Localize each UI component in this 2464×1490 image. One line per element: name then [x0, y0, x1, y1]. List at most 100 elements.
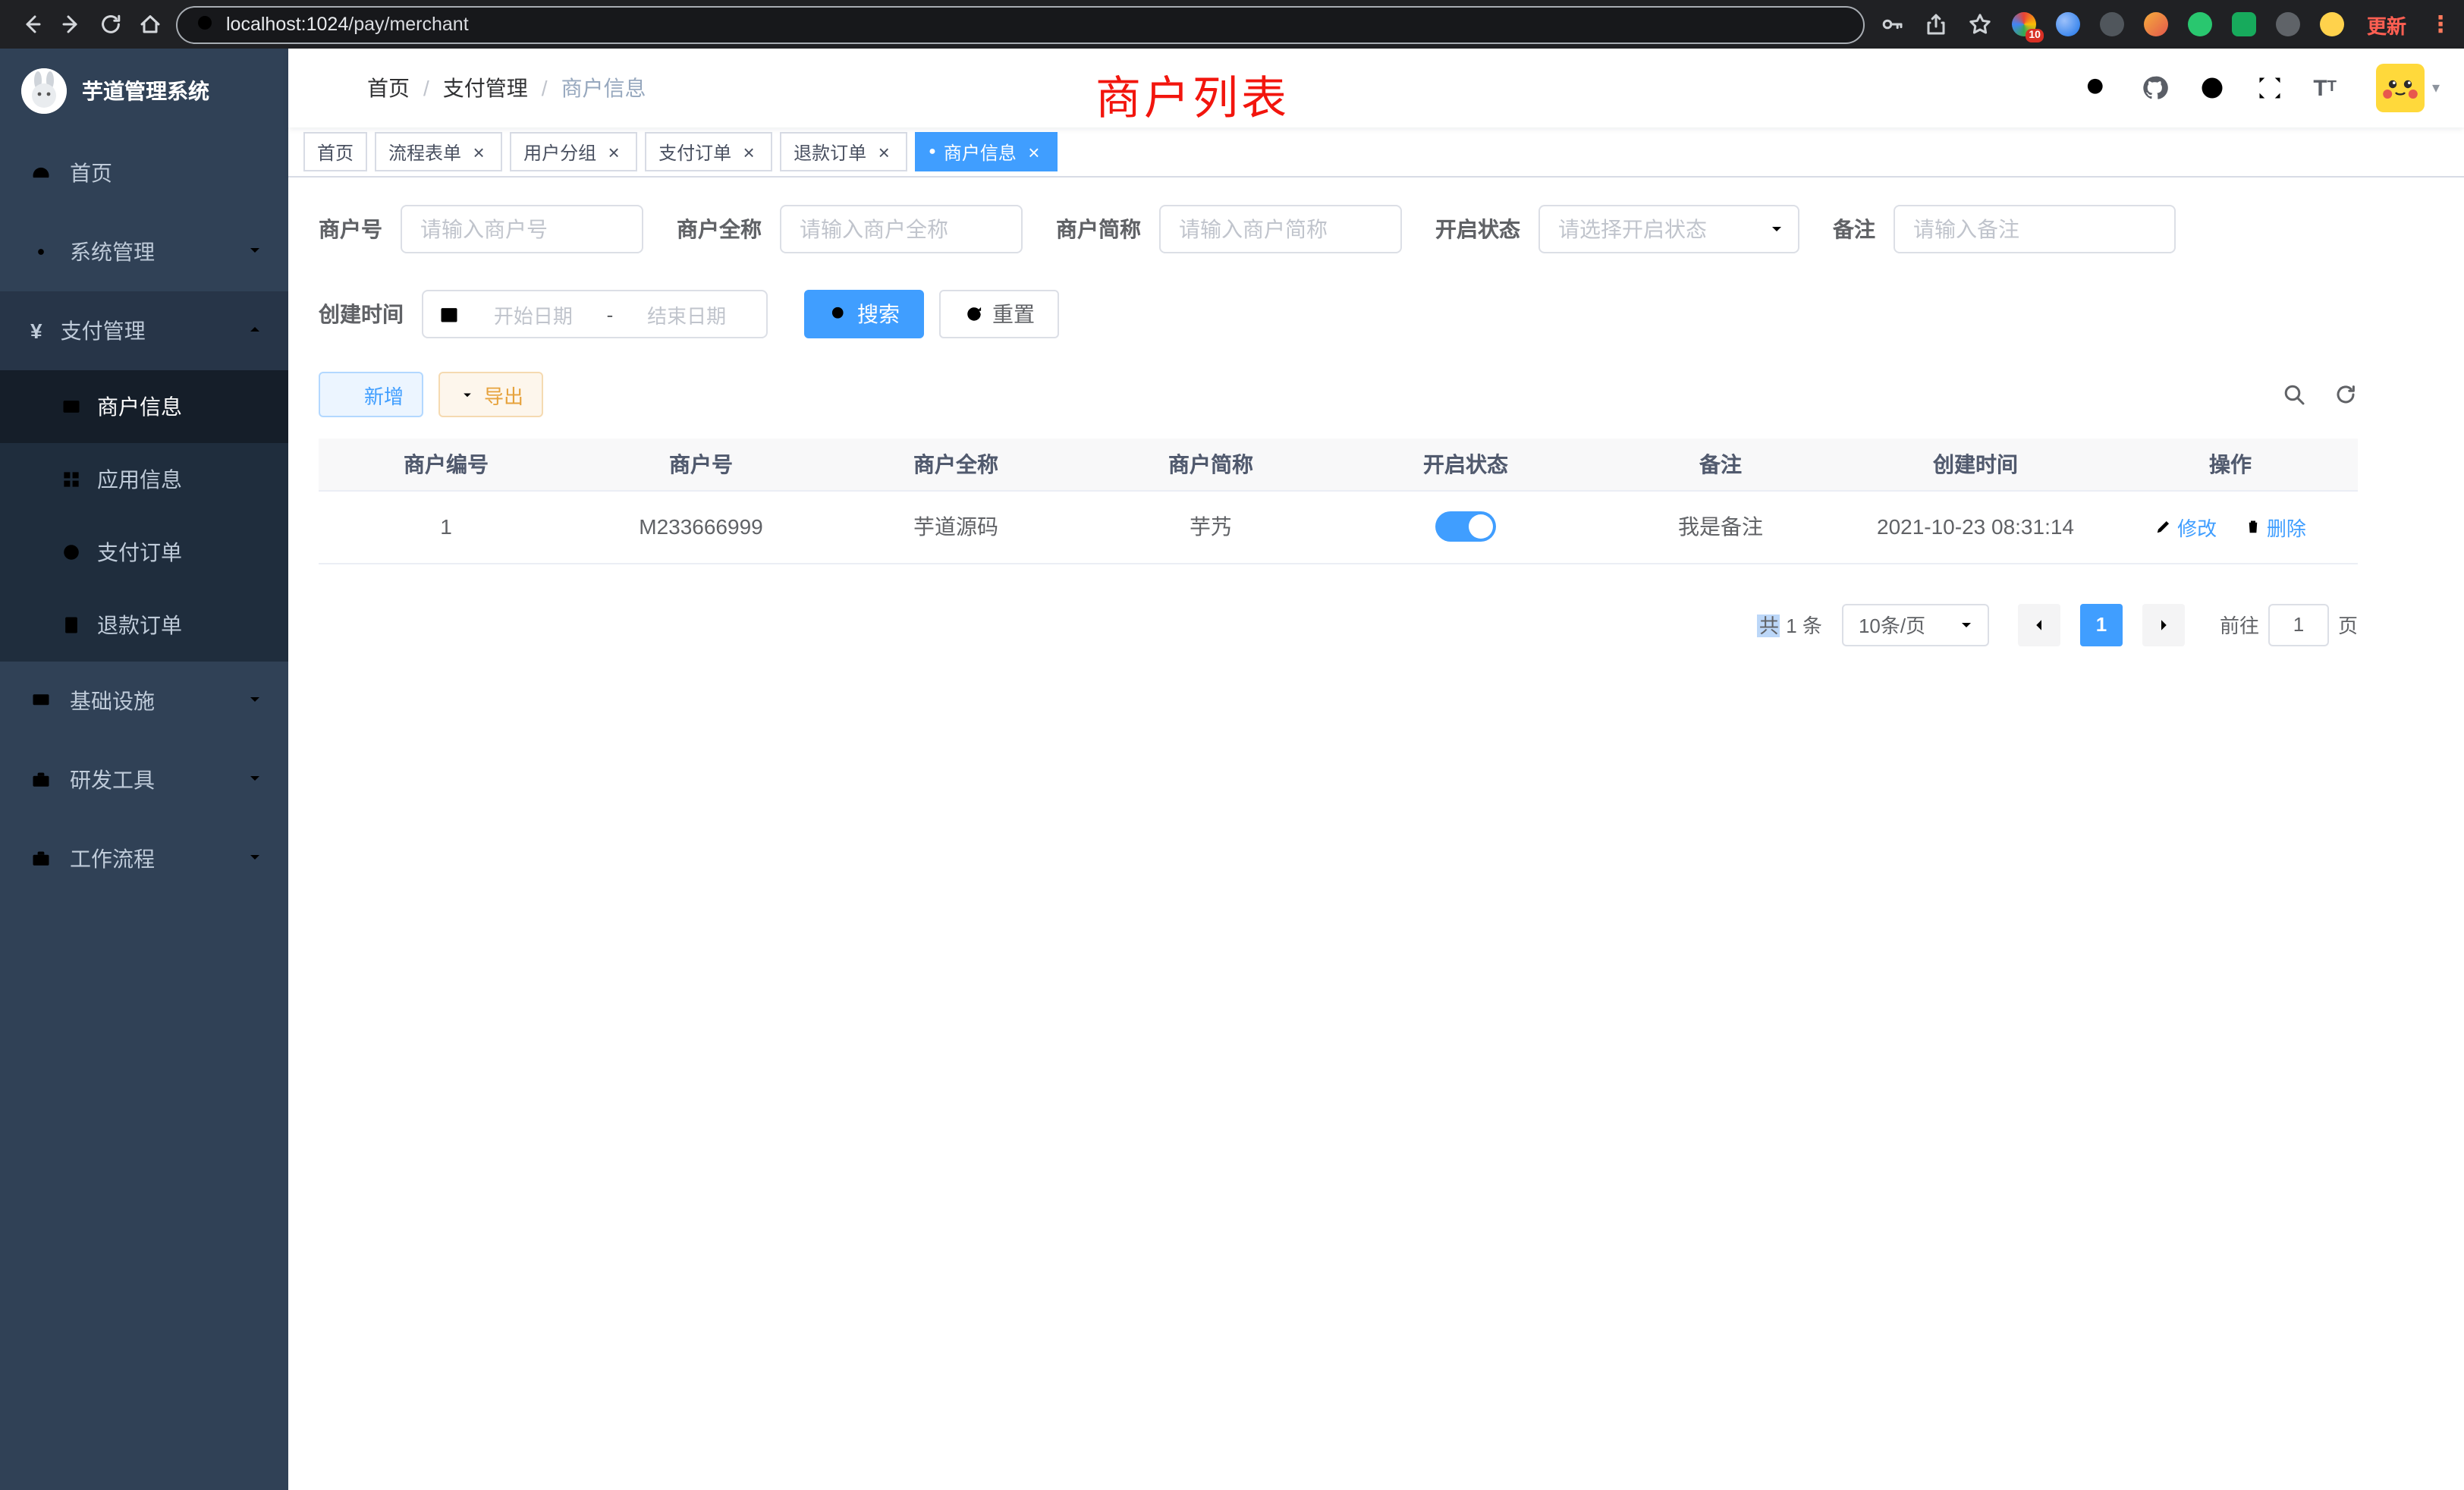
- page-unit-label: 页: [2338, 610, 2358, 639]
- cell-merchant-no: M233666999: [574, 490, 828, 563]
- gear-icon: [30, 241, 52, 262]
- active-dot-icon: ●: [929, 146, 936, 158]
- merchant-no-label: 商户号: [319, 214, 382, 244]
- payment-submenu: 商户信息 应用信息 支付订单: [0, 370, 288, 662]
- site-info-icon[interactable]: [196, 13, 214, 36]
- reset-button[interactable]: 重置: [939, 290, 1059, 338]
- user-menu[interactable]: ▾: [2376, 64, 2440, 112]
- toggle-search-icon[interactable]: [2282, 382, 2306, 407]
- tab-process-form[interactable]: 流程表单 ×: [375, 132, 502, 171]
- url-path: /pay/merchant: [348, 14, 468, 35]
- short-name-input[interactable]: [1159, 205, 1402, 253]
- chevron-down-icon: [246, 689, 264, 713]
- browser-menu-icon[interactable]: ⋮: [2429, 13, 2452, 36]
- github-icon[interactable]: [2140, 74, 2167, 102]
- address-bar[interactable]: localhost:1024/pay/merchant: [176, 5, 1865, 43]
- refresh-icon[interactable]: [2334, 382, 2358, 407]
- home-icon[interactable]: [130, 5, 170, 44]
- prev-page-button[interactable]: [2018, 603, 2060, 646]
- sidebar-item-infrastructure[interactable]: 基础设施: [0, 662, 288, 740]
- toolbox-icon: [30, 769, 52, 791]
- password-key-icon[interactable]: [1880, 12, 1904, 36]
- merchant-no-input[interactable]: [401, 205, 643, 253]
- sidebar-item-dev-tools[interactable]: 研发工具: [0, 740, 288, 819]
- remark-input[interactable]: [1894, 205, 2176, 253]
- fullscreen-icon[interactable]: [2255, 74, 2283, 102]
- create-time-label: 创建时间: [319, 299, 404, 329]
- content-area: 商户号 商户全称 商户简称 开启状态 请选择开启状态: [288, 178, 2464, 1490]
- merchant-table: 商户编号 商户号 商户全称 商户简称 开启状态 备注 创建时间 操作 1: [319, 439, 2358, 564]
- status-label: 开启状态: [1435, 214, 1520, 244]
- card-icon: [61, 396, 82, 417]
- sidebar-item-payment[interactable]: ¥ 支付管理: [0, 291, 288, 370]
- app-title: 芋道管理系统: [82, 76, 209, 106]
- monitor-icon: [30, 690, 52, 712]
- status-switch[interactable]: [1435, 511, 1496, 542]
- date-end-placeholder: 结束日期: [622, 300, 751, 328]
- pagination-total: 共 1 条: [1758, 610, 1822, 639]
- tab-merchant-info[interactable]: ● 商户信息 ×: [915, 132, 1058, 171]
- calendar-icon: [438, 303, 460, 325]
- tab-pay-orders[interactable]: 支付订单 ×: [645, 132, 772, 171]
- breadcrumb: 首页 / 支付管理 / 商户信息: [367, 73, 646, 103]
- cell-create-time: 2021-10-23 08:31:14: [1848, 490, 2103, 563]
- sidebar-item-workflow[interactable]: 工作流程: [0, 819, 288, 898]
- full-name-input[interactable]: [780, 205, 1023, 253]
- page-size-select[interactable]: 10条/页: [1842, 603, 1989, 646]
- grid-icon: [61, 469, 82, 490]
- edit-link[interactable]: 修改: [2154, 512, 2217, 541]
- dashboard-icon: [30, 162, 52, 184]
- extension-icon-colorful[interactable]: 10: [2012, 12, 2036, 36]
- create-time-range-picker[interactable]: 开始日期 - 结束日期: [422, 290, 768, 338]
- hamburger-icon[interactable]: [313, 74, 340, 102]
- reload-icon[interactable]: [91, 5, 130, 44]
- extension-icon-avatar[interactable]: [2144, 12, 2168, 36]
- back-icon[interactable]: [12, 5, 52, 44]
- close-icon[interactable]: ×: [1024, 142, 1044, 162]
- tab-home[interactable]: 首页: [303, 132, 367, 171]
- sidebar-item-refund-orders[interactable]: 退款订单: [0, 589, 288, 662]
- extension-icon-green-circle[interactable]: [2188, 12, 2212, 36]
- sidebar-item-pay-orders[interactable]: 支付订单: [0, 516, 288, 589]
- next-page-button[interactable]: [2142, 603, 2185, 646]
- close-icon[interactable]: ×: [469, 142, 489, 162]
- tab-refund-orders[interactable]: 退款订单 ×: [780, 132, 907, 171]
- close-icon[interactable]: ×: [604, 142, 624, 162]
- chevron-down-icon: [246, 768, 264, 792]
- breadcrumb-home[interactable]: 首页: [367, 73, 410, 103]
- close-icon[interactable]: ×: [874, 142, 894, 162]
- breadcrumb-payment[interactable]: 支付管理: [443, 73, 528, 103]
- extension-badge: 10: [2026, 29, 2044, 42]
- sidebar-item-merchant-info[interactable]: 商户信息: [0, 370, 288, 443]
- font-size-icon[interactable]: TT: [2313, 77, 2337, 99]
- extension-icon-dark[interactable]: [2100, 12, 2124, 36]
- goto-page-input[interactable]: [2268, 603, 2329, 646]
- extension-icon-green-square[interactable]: [2232, 12, 2256, 36]
- extension-icon-blue[interactable]: [2056, 12, 2080, 36]
- close-icon[interactable]: ×: [739, 142, 759, 162]
- page-number-button[interactable]: 1: [2080, 603, 2123, 646]
- sidebar-item-app-info[interactable]: 应用信息: [0, 443, 288, 516]
- status-select[interactable]: 请选择开启状态: [1538, 205, 1799, 253]
- tab-user-group[interactable]: 用户分组 ×: [510, 132, 637, 171]
- delete-link[interactable]: 删除: [2244, 512, 2306, 541]
- remark-label: 备注: [1833, 214, 1875, 244]
- extension-icon-emoji[interactable]: [2320, 12, 2344, 36]
- table-header-row: 商户编号 商户号 商户全称 商户简称 开启状态 备注 创建时间 操作: [319, 439, 2358, 490]
- search-button[interactable]: 搜索: [804, 290, 924, 338]
- export-button[interactable]: 导出: [438, 372, 543, 417]
- add-button[interactable]: 新增: [319, 372, 423, 417]
- date-start-placeholder: 开始日期: [469, 300, 598, 328]
- extension-icon-gray[interactable]: [2276, 12, 2300, 36]
- pagination: 共 1 条 10条/页 1 前: [319, 603, 2358, 646]
- bookmark-star-icon[interactable]: [1968, 12, 1992, 36]
- chrome-update-button[interactable]: 更新: [2367, 10, 2406, 39]
- search-icon[interactable]: [2082, 74, 2110, 102]
- forward-icon[interactable]: [52, 5, 91, 44]
- yen-icon: ¥: [30, 319, 42, 343]
- share-icon[interactable]: [1924, 12, 1948, 36]
- sidebar-item-home[interactable]: 首页: [0, 134, 288, 212]
- sidebar-item-system[interactable]: 系统管理: [0, 212, 288, 291]
- app-logo[interactable]: 芋道管理系统: [0, 49, 288, 134]
- help-icon[interactable]: [2198, 74, 2225, 102]
